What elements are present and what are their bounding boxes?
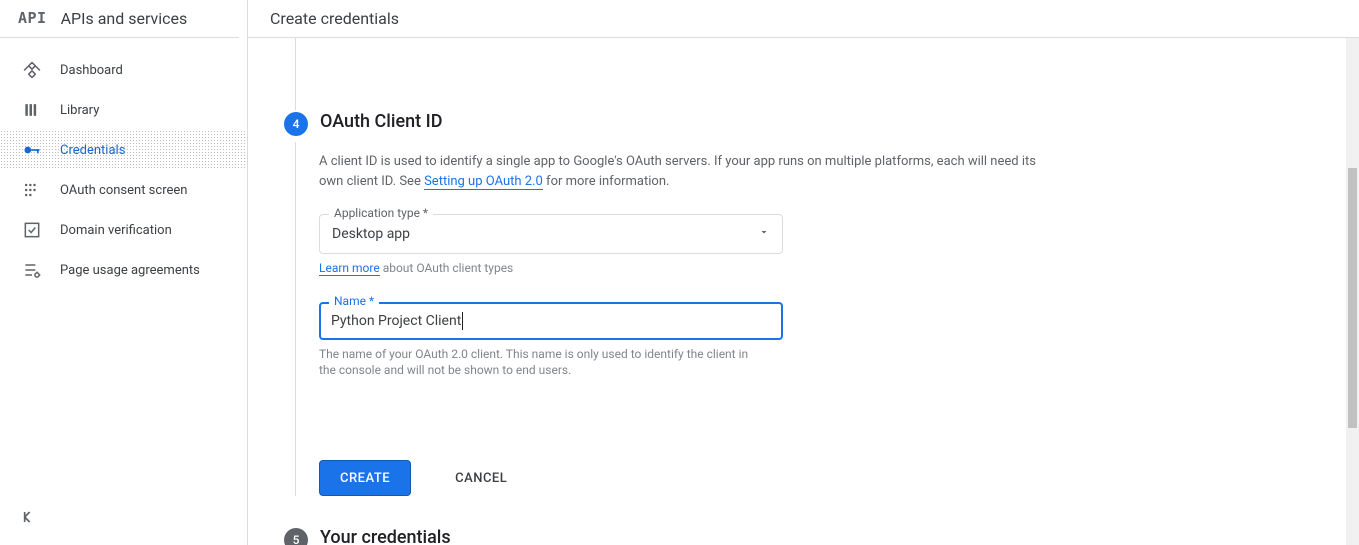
step-5-your-credentials: 5 Your credentials [248, 496, 1359, 545]
step-badge-4: 4 [284, 112, 308, 136]
sidebar: API APIs and services Dashboard Library [0, 0, 248, 545]
name-helper: The name of your OAuth 2.0 client. This … [319, 346, 759, 378]
sidebar-item-library[interactable]: Library [0, 90, 247, 130]
step-4-oauth-client-id: 4 OAuth Client ID A client ID is used to… [248, 74, 1359, 496]
sidebar-item-dashboard[interactable]: Dashboard [0, 50, 247, 90]
step-4-description: A client ID is used to identify a single… [319, 152, 1039, 192]
application-type-field: Application type * Desktop app Learn mor… [319, 214, 783, 276]
name-input-wrapper [319, 302, 783, 340]
main: Create credentials Scopes (optional) 4 O… [248, 0, 1359, 545]
dashboard-icon [22, 60, 42, 80]
application-type-helper: Learn more about OAuth client types [319, 260, 783, 276]
text-cursor [462, 312, 463, 330]
sidebar-item-label: Credentials [60, 143, 125, 158]
sidebar-item-credentials[interactable]: Credentials [0, 130, 247, 170]
application-type-select[interactable]: Desktop app [319, 214, 783, 254]
sidebar-item-oauth-consent[interactable]: OAuth consent screen [0, 170, 247, 210]
setup-oauth-link[interactable]: Setting up OAuth 2.0 [424, 174, 543, 190]
api-logo: API [18, 9, 47, 27]
main-header: Create credentials [248, 0, 1359, 38]
key-icon [22, 140, 42, 160]
create-button[interactable]: CREATE [319, 460, 411, 496]
name-label: Name * [329, 294, 379, 308]
product-title: APIs and services [61, 9, 188, 28]
sidebar-item-label: Domain verification [60, 223, 172, 238]
step-5-title: Your credentials [320, 526, 451, 545]
scrollbar-track[interactable] [1346, 38, 1359, 545]
cancel-button[interactable]: CANCEL [435, 460, 527, 496]
sidebar-item-label: Library [60, 103, 99, 118]
learn-more-link[interactable]: Learn more [319, 261, 380, 276]
consent-screen-icon [22, 180, 42, 200]
verification-icon [22, 220, 42, 240]
sidebar-item-agreements[interactable]: Page usage agreements [0, 250, 247, 290]
step-badge-5: 5 [284, 528, 308, 545]
page-title: Create credentials [270, 9, 399, 28]
product-header: API APIs and services [0, 0, 247, 38]
chevron-down-icon [758, 226, 770, 242]
scrollbar-thumb[interactable] [1348, 168, 1357, 428]
step-4-title: OAuth Client ID [320, 110, 442, 134]
sidebar-item-label: OAuth consent screen [60, 183, 187, 198]
library-icon [22, 100, 42, 120]
step-3-scopes: Scopes (optional) [248, 38, 1359, 74]
application-type-value: Desktop app [332, 226, 410, 242]
content-area: Scopes (optional) 4 OAuth Client ID A cl… [248, 38, 1359, 545]
sidebar-item-label: Page usage agreements [60, 263, 200, 278]
application-type-label: Application type * [329, 206, 433, 220]
name-field: Name * The name of your OAuth 2.0 client… [319, 302, 783, 378]
sidebar-item-domain-verification[interactable]: Domain verification [0, 210, 247, 250]
name-input[interactable] [331, 313, 463, 329]
collapse-sidebar-button[interactable] [18, 507, 38, 531]
agreements-icon [22, 260, 42, 280]
sidebar-item-label: Dashboard [60, 63, 123, 78]
sidebar-nav: Dashboard Library Credentials OAuth cons… [0, 38, 247, 545]
